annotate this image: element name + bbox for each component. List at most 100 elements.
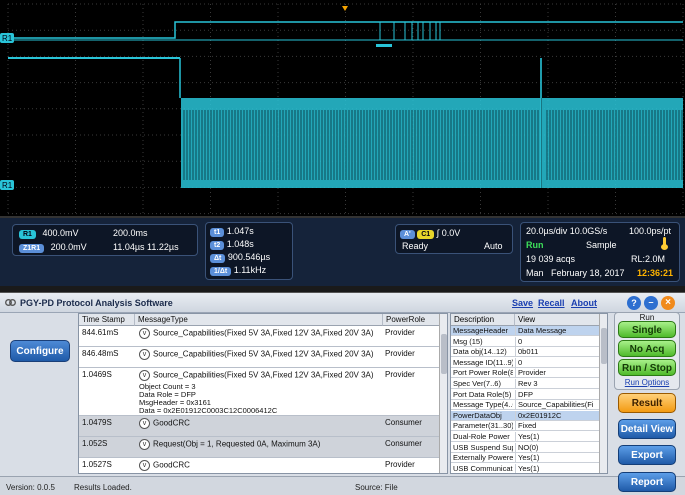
decode-row[interactable]: Message Type(4..0) Source_Capabilities(Fi — [451, 400, 601, 411]
run-state: Run — [526, 240, 544, 250]
row-power-role: Provider — [385, 328, 415, 337]
no-acq-button[interactable]: No Acq — [618, 340, 676, 357]
decode-row[interactable]: Msg (15) 0 — [451, 336, 601, 347]
recall-link[interactable]: Recall — [538, 298, 565, 308]
col-header-description[interactable]: Description — [451, 314, 515, 326]
decode-row[interactable]: Externally Powered Yes(1) — [451, 453, 601, 464]
decode-row[interactable]: Spec Ver(7..6) Rev 3 — [451, 379, 601, 389]
result-button[interactable]: Result — [618, 393, 676, 413]
cursor-readout[interactable]: t1 1.047s t2 1.048s Δt 900.546µs 1/Δt 1.… — [205, 222, 293, 280]
decode-field-value: Rev 3 — [515, 379, 601, 389]
decode-row[interactable]: Data obj(14..12) 0b011 — [451, 347, 601, 358]
ref1-time: 200.0ms — [113, 228, 148, 238]
decode-table[interactable]: Description View MessageHeader Data Messa… — [450, 313, 608, 474]
svg-text:R1: R1 — [2, 34, 13, 43]
row-message-type: Source_Capabilities(Fixed 5V 3A,Fixed 12… — [153, 370, 374, 380]
decode-field-value: Data Message — [515, 326, 601, 336]
zoom-ref-scale: 200.0mV — [50, 242, 87, 252]
table-row[interactable]: 846.48mS v Source_Capabilities(Fixed 5V 3A… — [79, 347, 441, 368]
row-message-type: GoodCRC — [153, 460, 190, 470]
decode-row[interactable]: Parameter(31..30) Fixed — [451, 421, 601, 432]
save-link[interactable]: Save — [512, 298, 533, 308]
chevron-down-icon[interactable]: v — [139, 460, 150, 471]
single-button[interactable]: Single — [618, 321, 676, 338]
thermometer-icon — [659, 237, 669, 250]
export-button[interactable]: Export — [618, 445, 676, 465]
row-detail-line: Data = 0x2E01912C0003C12C0006412C — [139, 406, 278, 415]
packet-table-scrollbar[interactable] — [439, 314, 447, 473]
row-timestamp: 1.0527S — [82, 460, 112, 469]
version-label: Version: 0.0.5 — [6, 483, 55, 492]
status-bar: Version: 0.0.5 Results Loaded. Source: F… — [0, 476, 685, 495]
trigger-position-marker[interactable] — [342, 6, 348, 11]
date: February 18, 2017 — [551, 268, 625, 278]
decode-field-name: Message ID(11..9) — [453, 357, 513, 367]
decode-row[interactable]: PowerDataObj 0x2E01912C — [451, 410, 601, 421]
waveform-display[interactable]: R1 R1 — [0, 0, 685, 218]
trigger-level: 0.0V — [441, 228, 461, 238]
cursor-delta-label: Δt — [210, 254, 226, 263]
ref-marker-r1-bottom[interactable]: R1 — [0, 180, 14, 190]
decode-row[interactable]: Port Power Role(8) Provider — [451, 368, 601, 379]
ref1-scale: 400.0mV — [42, 228, 79, 238]
decode-field-name: Dual-Role Power — [453, 432, 510, 441]
help-icon[interactable]: ? — [627, 296, 641, 310]
cursor-t2-value: 1.048s — [226, 239, 254, 249]
chevron-down-icon[interactable]: v — [139, 370, 150, 381]
detail-view-button[interactable]: Detail View — [618, 419, 676, 439]
chevron-down-icon[interactable]: v — [139, 349, 150, 360]
decode-row[interactable]: USB Suspend Sup NO(0) — [451, 442, 601, 453]
run-options-link[interactable]: Run Options — [618, 378, 676, 387]
run-stop-button[interactable]: Run / Stop — [618, 359, 676, 376]
decode-field-name: Parameter(31..30) — [453, 421, 513, 431]
decode-field-value: 0x2E01912C — [515, 410, 601, 421]
resolution: 100.0ps/pt — [629, 226, 672, 236]
readout-panel: R1 400.0mV 200.0ms Z1R1 200.0mV 11.04µs … — [0, 218, 685, 286]
col-header-powerrole[interactable]: PowerRole — [383, 314, 441, 326]
record-length: RL:2.0M — [631, 254, 666, 264]
report-button[interactable]: Report — [618, 472, 676, 492]
decode-row[interactable]: Port Data Role(5) DFP — [451, 389, 601, 400]
table-row[interactable]: 1.052S v Request(Obj = 1, Requested 0A, Ma… — [79, 437, 441, 458]
decode-field-value: 0 — [515, 336, 601, 347]
decode-row[interactable]: Dual-Role Power Yes(1) — [451, 432, 601, 442]
trigger-readout[interactable]: A' C1 ∫ 0.0V Ready Auto — [395, 224, 513, 254]
decode-field-name: Port Power Role(8) — [453, 368, 513, 378]
screen: R1 R1 R1 400.0mV 200.0ms Z1R1 200.0mV 11… — [0, 0, 685, 495]
chevron-down-icon[interactable]: v — [139, 439, 150, 450]
close-icon[interactable]: × — [661, 296, 675, 310]
minimize-icon[interactable]: – — [644, 296, 658, 310]
col-header-timestamp[interactable]: Time Stamp — [79, 314, 135, 326]
app-logo-icon — [5, 299, 16, 306]
zoom-ref-time: 11.04µs 11.22µs — [113, 242, 179, 252]
timebase: 20.0µs/div — [526, 226, 568, 236]
table-row[interactable]: 1.0469S v Source_Capabilities(Fixed 5V 3A,… — [79, 368, 441, 416]
row-timestamp: 846.48mS — [82, 349, 119, 358]
app-title: PGY-PD Protocol Analysis Software — [20, 298, 173, 308]
decode-row[interactable]: USB CommunicationYes(1) — [451, 463, 601, 473]
ref-marker-r1-top[interactable]: R1 — [0, 33, 14, 43]
decode-field-value: Provider — [515, 368, 601, 379]
decode-table-scrollbar[interactable] — [599, 314, 607, 473]
cursor-t2-label: t2 — [210, 241, 225, 250]
decode-field-name: Externally Powered — [453, 453, 513, 463]
configure-button[interactable]: Configure — [10, 340, 70, 362]
decode-row[interactable]: MessageHeader Data Message — [451, 326, 601, 336]
table-row[interactable]: 1.0479S v GoodCRC Consumer — [79, 416, 441, 437]
row-power-role: Provider — [385, 370, 415, 379]
col-header-messagetype[interactable]: MessageType — [135, 314, 383, 326]
col-header-view[interactable]: View — [515, 314, 601, 326]
packet-table[interactable]: Time Stamp MessageType PowerRole 844.61m… — [78, 313, 448, 474]
decode-field-value: Yes(1) — [515, 432, 601, 442]
table-row[interactable]: 1.0527S v GoodCRC Provider — [79, 458, 441, 473]
acquisition-readout[interactable]: 20.0µs/div 10.0GS/s 100.0ps/pt Run Sampl… — [520, 222, 680, 282]
about-link[interactable]: About — [571, 298, 597, 308]
channel-readout[interactable]: R1 400.0mV 200.0ms Z1R1 200.0mV 11.04µs … — [12, 224, 198, 256]
decode-row[interactable]: Message ID(11..9) 0 — [451, 357, 601, 368]
chevron-down-icon[interactable]: v — [139, 418, 150, 429]
chevron-down-icon[interactable]: v — [139, 328, 150, 339]
trigger-mode: Auto — [484, 241, 503, 251]
row-timestamp: 1.0479S — [82, 418, 112, 427]
decode-field-name: MessageHeader — [453, 326, 509, 335]
table-row[interactable]: 844.61mS v Source_Capabilities(Fixed 5V 3A… — [79, 326, 441, 347]
